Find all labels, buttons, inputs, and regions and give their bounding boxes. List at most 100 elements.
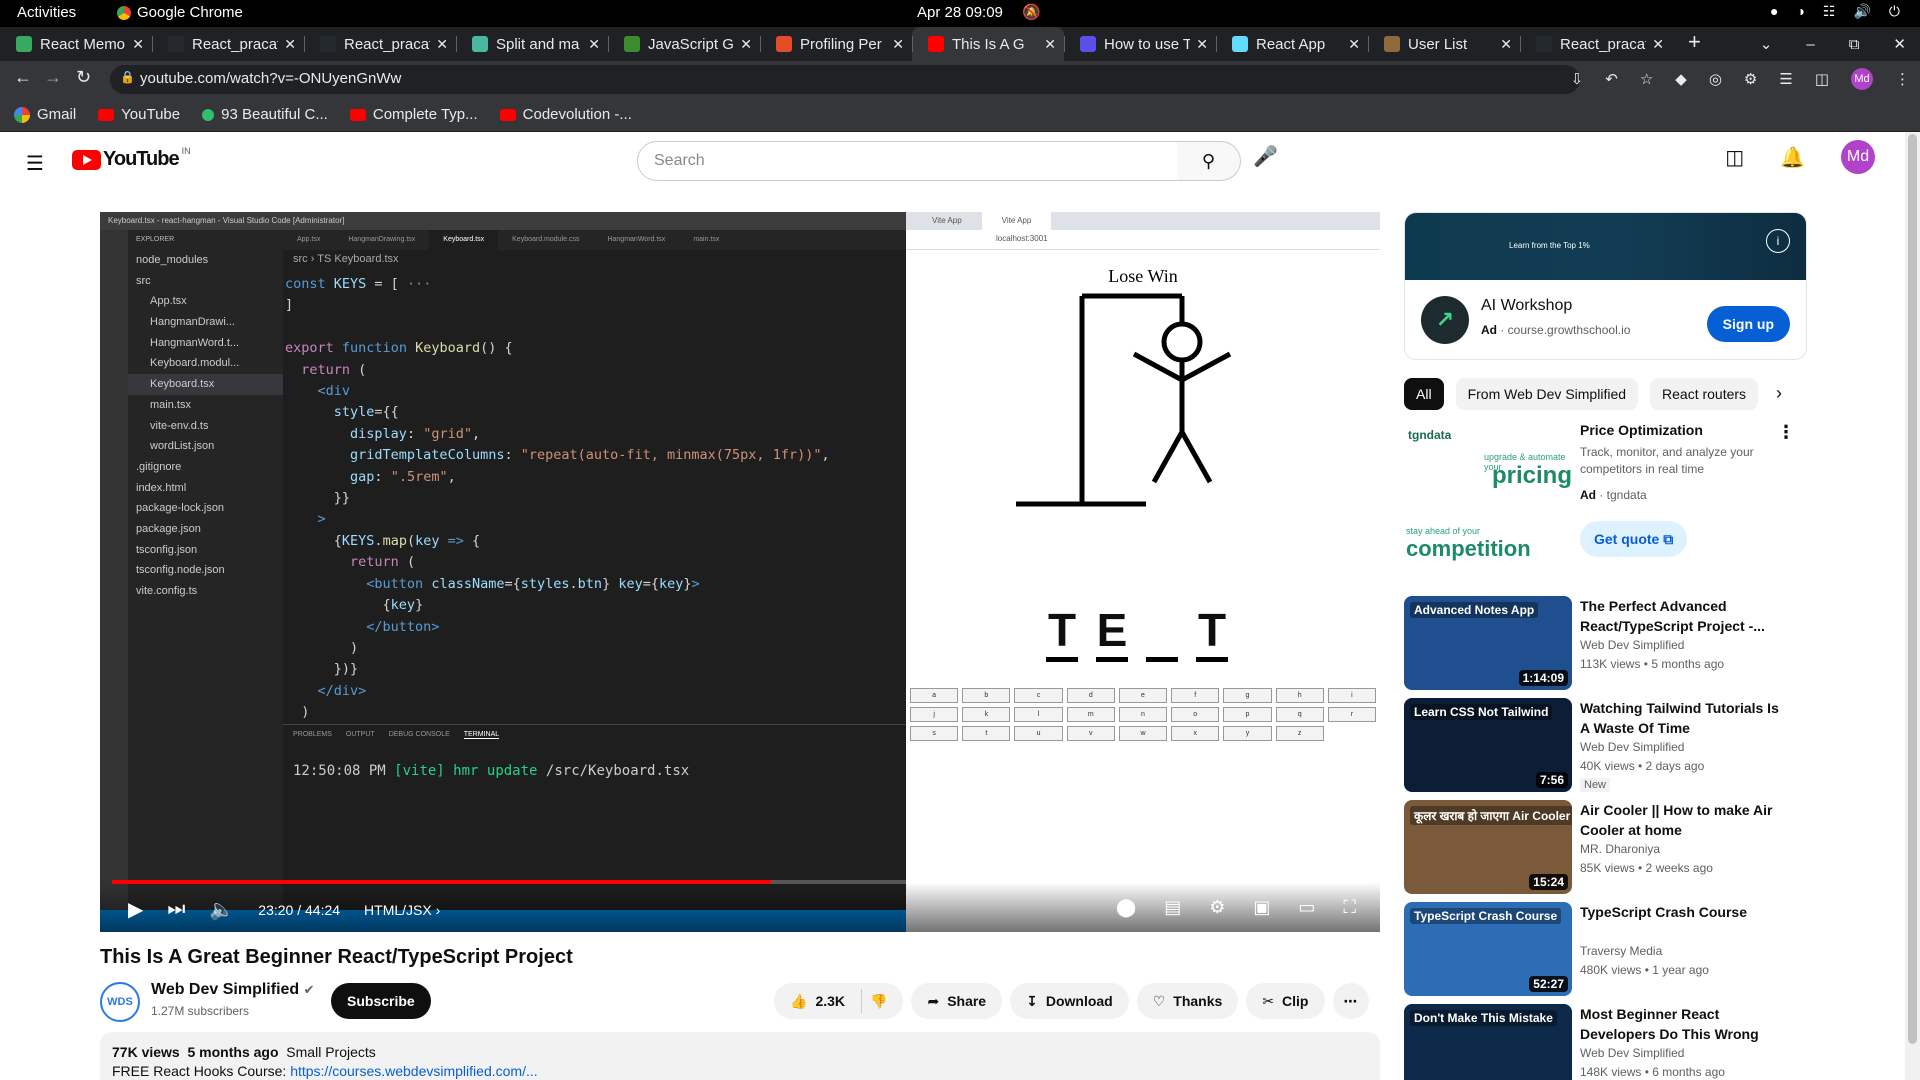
search-button[interactable]: ⚲ (1177, 141, 1241, 181)
site-info-icon[interactable]: 🔒 (120, 70, 135, 84)
browser-tab[interactable]: User List ✕ (1368, 27, 1520, 61)
captions-icon[interactable]: ▤ (1164, 897, 1181, 918)
download-button[interactable]: ↧ Download (1010, 983, 1129, 1019)
recommended-video[interactable]: TypeScript Crash Course 52:27 TypeScript C… (1404, 902, 1807, 1004)
browser-tab[interactable]: React_pracat ✕ (1520, 27, 1672, 61)
recommended-video[interactable]: Learn CSS Not Tailwind 7:56 Watching Tailw… (1404, 698, 1807, 800)
back-arrow-icon[interactable]: ← (14, 67, 32, 88)
account-avatar[interactable]: Md (1841, 140, 1875, 174)
bookmark-beautiful[interactable]: 93 Beautiful C... (202, 106, 328, 123)
browser-tab[interactable]: Profiling Per ✕ (760, 27, 912, 61)
bookmark-gmail[interactable]: Gmail (14, 106, 76, 123)
video-player[interactable]: Keyboard.tsx - react-hangman - Visual St… (100, 212, 1380, 932)
media-controls-icon[interactable]: ☰ (1779, 70, 1792, 88)
tab-close-icon[interactable]: ✕ (1500, 36, 1512, 53)
ad-card[interactable]: Learn from the Top 1% i ↗ AI Workshop Ad… (1404, 212, 1807, 360)
notifications-bell-icon[interactable]: 🔔 (1780, 145, 1805, 170)
bookmark-complete-typ[interactable]: Complete Typ... (349, 106, 478, 123)
new-tab-button[interactable]: + (1688, 31, 1701, 53)
recommended-video[interactable]: Advanced Notes App 1:14:09 The Perfect Adv… (1404, 596, 1807, 698)
browser-tab[interactable]: JavaScript G ✕ (608, 27, 760, 61)
get-quote-button[interactable]: Get quote ⧉ (1580, 521, 1688, 557)
volume-icon[interactable]: 🔈 (209, 897, 234, 922)
autoplay-toggle[interactable]: ⬤ (1116, 897, 1136, 918)
address-bar[interactable]: 🔒 youtube.com/watch?v=-ONUyenGnWw (110, 65, 1580, 94)
channel-name[interactable]: Web Dev Simplified ✔ (151, 981, 315, 999)
share-button[interactable]: ➦ Share (911, 983, 1003, 1019)
profile-avatar[interactable]: Md (1851, 68, 1873, 90)
tab-close-icon[interactable]: ✕ (892, 36, 904, 53)
activities-button[interactable]: Activities (17, 4, 76, 21)
more-actions-button[interactable]: ⋯ (1332, 983, 1369, 1019)
miniplayer-icon[interactable]: ▣ (1253, 897, 1270, 918)
voice-search-icon[interactable]: 🎤 (1253, 144, 1278, 169)
extension-icon[interactable]: ◎ (1709, 70, 1722, 88)
chevron-right-icon[interactable]: › (1776, 383, 1782, 404)
minimize-button[interactable]: – (1806, 36, 1814, 53)
tab-close-icon[interactable]: ✕ (1348, 36, 1360, 53)
filter-chip[interactable]: React routers (1650, 378, 1759, 410)
side-panel-icon[interactable]: ◫ (1815, 70, 1829, 88)
filter-chip[interactable]: All (1404, 378, 1444, 410)
ad-info-icon[interactable]: i (1766, 229, 1790, 253)
reload-icon[interactable]: ↻ (76, 67, 91, 88)
recommended-video[interactable]: Don't Make This Mistake Most Beginner Rea… (1404, 1004, 1807, 1080)
like-button[interactable]: 👍 2.3K 👎 (774, 983, 904, 1019)
filter-chip[interactable]: From Web Dev Simplified (1455, 378, 1639, 410)
browser-tab[interactable]: React_pracat ✕ (304, 27, 456, 61)
description-box[interactable]: 77K views 5 months ago Small Projects FR… (100, 1032, 1380, 1080)
search-input[interactable]: Search (637, 141, 1178, 181)
tab-close-icon[interactable]: ✕ (284, 36, 296, 53)
browser-tab[interactable]: How to use T ✕ (1064, 27, 1216, 61)
tab-close-icon[interactable]: ✕ (1196, 36, 1208, 53)
close-window-button[interactable]: ✕ (1893, 35, 1906, 53)
install-icon[interactable]: ⇩ (1571, 70, 1584, 88)
recommended-video[interactable]: कूलर खराब हो जाएगा Air Cooler 15:24 Air Co… (1404, 800, 1807, 902)
bookmark-youtube[interactable]: YouTube (98, 106, 180, 123)
bookmark-codevolution[interactable]: Codevolution -... (499, 106, 632, 123)
chrome-menu-icon[interactable]: ⋮ (1895, 70, 1910, 88)
play-icon[interactable]: ▶ (128, 897, 143, 922)
bookmark-star-icon[interactable]: ☆ (1640, 70, 1653, 88)
create-video-icon[interactable]: ◫ (1725, 145, 1744, 170)
video-category[interactable]: Small Projects (286, 1044, 375, 1060)
thanks-button[interactable]: ♡ Thanks (1136, 983, 1239, 1019)
tab-close-icon[interactable]: ✕ (740, 36, 752, 53)
theater-mode-icon[interactable]: ▭ (1298, 897, 1315, 918)
clock[interactable]: Apr 28 09:09 (917, 4, 1003, 21)
extension-icon[interactable]: ◆ (1675, 70, 1687, 88)
share-icon[interactable]: ↶ (1605, 70, 1618, 88)
tab-close-icon[interactable]: ✕ (588, 36, 600, 53)
fullscreen-icon[interactable]: ⛶ (1343, 897, 1356, 918)
thumbs-down-icon[interactable]: 👎 (870, 993, 887, 1010)
browser-tab[interactable]: Split and ma ✕ (456, 27, 608, 61)
subscribe-button[interactable]: Subscribe (331, 983, 431, 1019)
page-scrollbar-thumb[interactable] (1908, 134, 1917, 1044)
description-link[interactable]: https://courses.webdevsimplified.com/... (290, 1063, 537, 1079)
tab-close-icon[interactable]: ✕ (436, 36, 448, 53)
progress-bar[interactable] (112, 880, 1368, 884)
app-menu[interactable]: Google Chrome (117, 4, 243, 21)
youtube-logo[interactable]: YouTube IN (72, 146, 191, 171)
signup-button[interactable]: Sign up (1706, 306, 1790, 342)
extensions-puzzle-icon[interactable]: ⚙ (1744, 70, 1757, 88)
channel-avatar[interactable]: WDS (100, 982, 140, 1022)
browser-tab[interactable]: React_pracat ✕ (152, 27, 304, 61)
system-tray[interactable]: ● ◑ ☷ 🔊 ⏻ (1770, 3, 1900, 20)
browser-tab[interactable]: This Is A G ✕ (912, 27, 1064, 61)
browser-tab[interactable]: React Memo ✕ (0, 27, 152, 61)
menu-hamburger-icon[interactable]: ☰ (26, 151, 44, 176)
tab-close-icon[interactable]: ✕ (1652, 36, 1664, 53)
maximize-button[interactable]: ⧉ (1849, 36, 1860, 53)
clip-button[interactable]: ✂ Clip (1246, 983, 1325, 1019)
tab-close-icon[interactable]: ✕ (1044, 36, 1056, 53)
browser-tab[interactable]: React App ✕ (1216, 27, 1368, 61)
tab-search-icon[interactable]: ⌄ (1760, 35, 1773, 53)
settings-gear-icon[interactable]: ⚙ (1209, 897, 1225, 918)
next-video-icon[interactable]: ⏭ (167, 898, 185, 921)
chapter-title[interactable]: HTML/JSX › (364, 902, 440, 918)
sponsored-result[interactable]: tgndata upgrade & automate your pricing … (1404, 422, 1807, 572)
tab-close-icon[interactable]: ✕ (132, 36, 144, 53)
more-vertical-icon[interactable]: ⋮ (1777, 422, 1795, 443)
forward-arrow-icon[interactable]: → (44, 67, 62, 88)
